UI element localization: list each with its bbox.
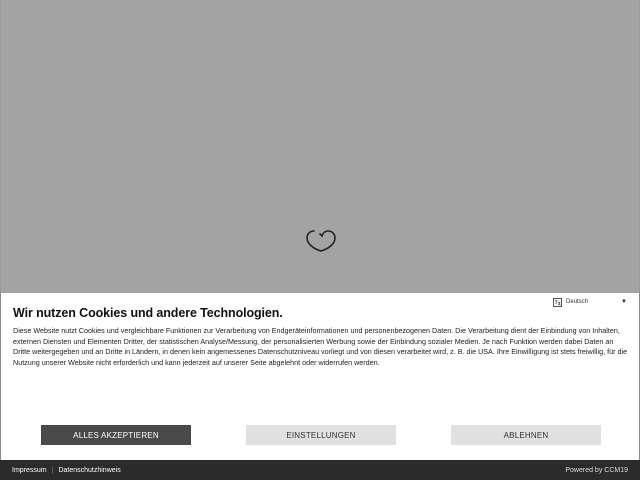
cookie-dialog-title: Wir nutzen Cookies und andere Technologi… xyxy=(13,306,283,320)
page-backdrop-overlay xyxy=(0,0,640,293)
consent-footer: Impressum | Datenschutzhinweis Powered b… xyxy=(0,460,640,480)
caret-down-icon: ▼ xyxy=(621,299,627,305)
globe-icon xyxy=(553,297,562,307)
settings-button[interactable]: EINSTELLUNGEN xyxy=(246,425,396,445)
powered-by-label: Powered by CCM19 xyxy=(565,466,628,474)
language-label: Deutsch xyxy=(566,299,589,305)
browser-viewport: Deutsch ▼ Wir nutzen Cookies und andere … xyxy=(0,0,640,480)
cookie-consent-dialog: Deutsch ▼ Wir nutzen Cookies und andere … xyxy=(0,293,640,460)
reject-button[interactable]: ABLEHNEN xyxy=(451,425,601,445)
language-select[interactable]: Deutsch ▼ xyxy=(553,295,627,309)
footer-separator: | xyxy=(51,466,54,474)
heart-logo-icon xyxy=(306,230,336,252)
privacy-link[interactable]: Datenschutzhinweis xyxy=(58,467,120,474)
accept-all-button[interactable]: ALLES AKZEPTIEREN xyxy=(41,425,191,445)
imprint-link[interactable]: Impressum xyxy=(12,467,47,474)
cookie-dialog-text: Diese Website nutzt Cookies und vergleic… xyxy=(13,326,628,367)
